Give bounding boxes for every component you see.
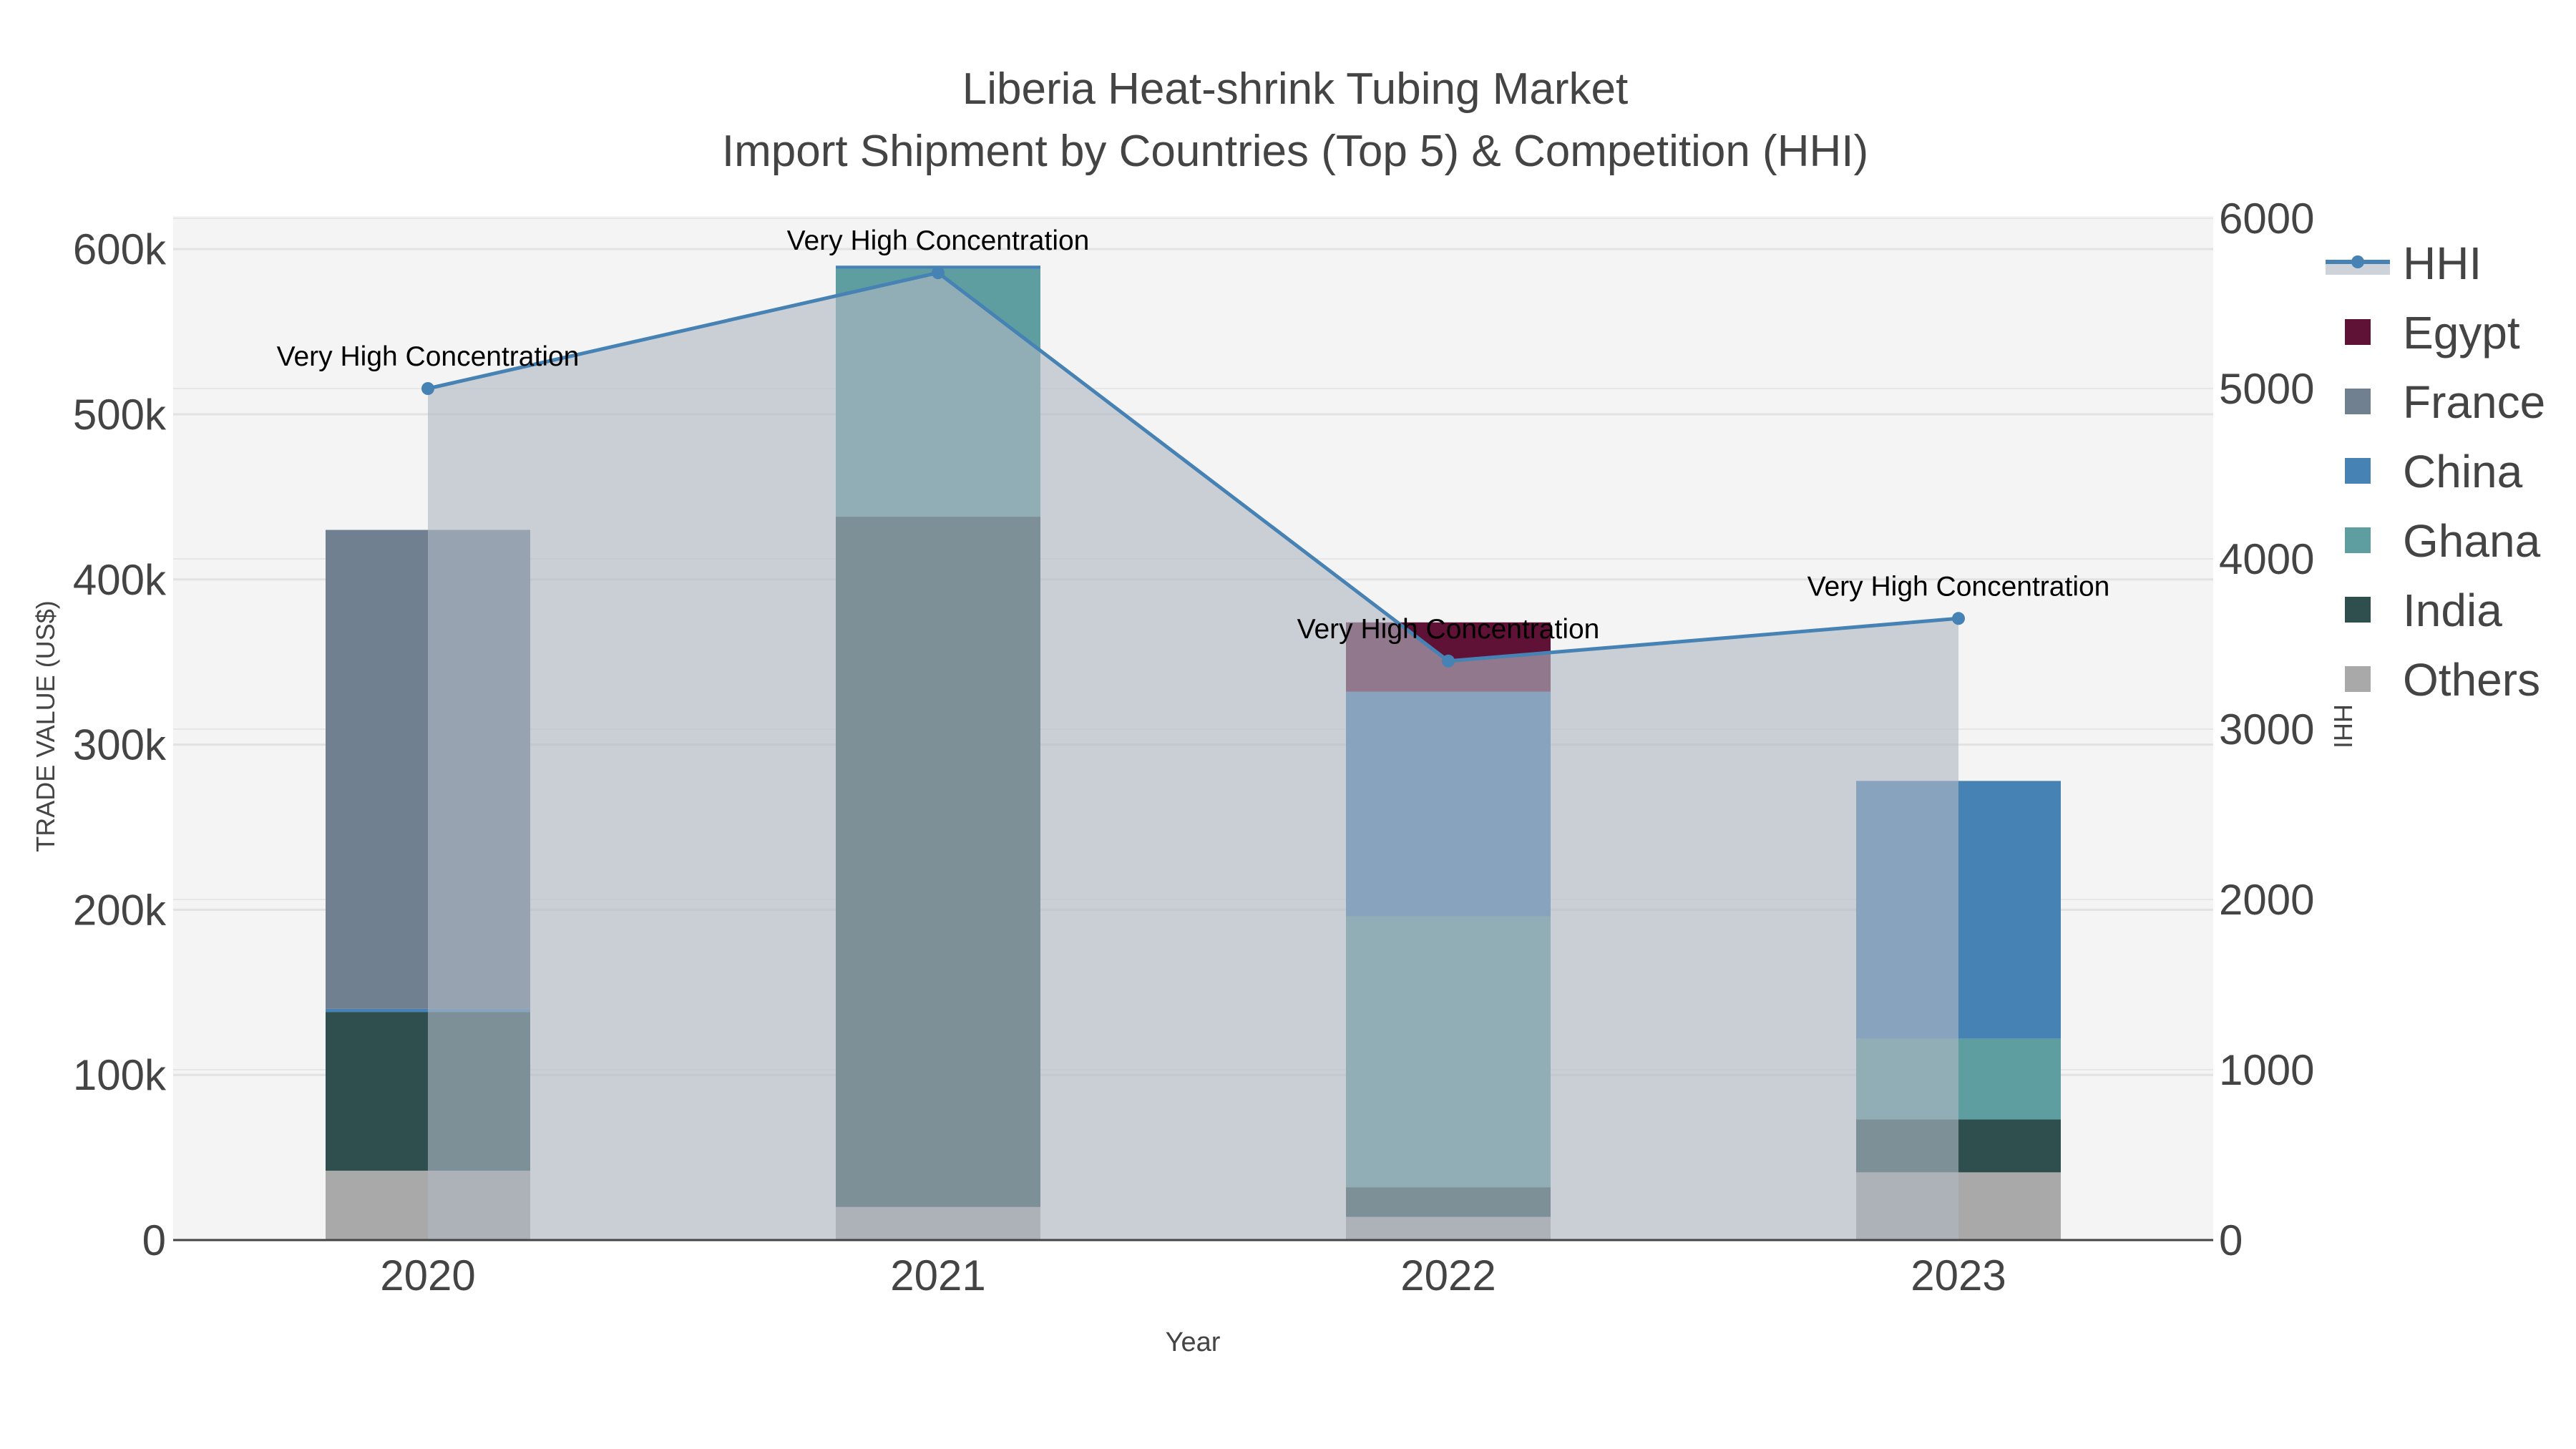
y2-axis-ticks: 0 1000 2000 3000 4000 5000 6000 [2219,195,2314,1264]
legend-swatch-china [2345,458,2371,484]
legend-swatch-others [2345,666,2371,692]
chart-subtitle: Import Shipment by Countries (Top 5) & C… [722,127,1868,176]
y-tick-label: 0 [142,1216,166,1264]
x-axis-title: Year [1166,1327,1221,1357]
chart: Liberia Heat-shrink Tubing Market Import… [31,64,2545,1357]
chart-title: Liberia Heat-shrink Tubing Market [962,64,1628,114]
hhi-annotation: Very High Concentration [277,341,580,372]
y2-tick-label: 1000 [2219,1046,2314,1094]
legend-marker-hhi [2351,255,2364,268]
y-tick-label: 300k [73,721,167,769]
legend-swatch-india [2345,597,2371,623]
legend-swatch-egypt [2345,319,2371,345]
y-tick-label: 600k [73,225,167,273]
y2-axis-title: HHI [2328,704,2358,748]
legend-label-hhi: HHI [2403,238,2482,289]
hhi-annotation: Very High Concentration [1807,571,2110,602]
x-tick-label: 2022 [1400,1252,1496,1299]
y-tick-label: 400k [73,556,167,604]
legend-label-ghana: Ghana [2403,515,2541,567]
legend-label-egypt: Egypt [2403,307,2520,358]
x-tick-label: 2020 [380,1252,475,1299]
x-tick-label: 2021 [890,1252,985,1299]
hhi-point [1442,654,1455,668]
y-axis-title: TRADE VALUE (US$) [31,600,60,852]
hhi-point [421,382,434,395]
hhi-point [1952,612,1965,625]
y2-tick-label: 3000 [2219,706,2314,753]
y-tick-label: 500k [73,391,167,439]
legend-swatch-france [2345,389,2371,414]
hhi-annotation: Very High Concentration [1297,614,1600,645]
y2-tick-label: 2000 [2219,876,2314,924]
legend-label-india: India [2403,585,2502,636]
y2-tick-label: 4000 [2219,535,2314,583]
hhi-point [932,266,945,280]
hhi-annotation: Very High Concentration [787,225,1090,256]
x-tick-label: 2023 [1911,1252,2006,1299]
legend-label-france: France [2403,376,2545,428]
y-tick-label: 200k [73,886,167,934]
x-axis-ticks: 2020 2021 2022 2023 [380,1252,2006,1299]
y-tick-label: 100k [73,1051,167,1099]
legend-label-others: Others [2403,654,2540,706]
legend-label-china: China [2403,446,2523,497]
y2-tick-label: 6000 [2219,195,2314,243]
y-axis-ticks: 0 100k 200k 300k 400k 500k 600k [73,225,167,1264]
y2-tick-label: 0 [2219,1216,2243,1264]
legend: HHI Egypt France China Ghana India Others [2326,238,2545,706]
y2-tick-label: 5000 [2219,365,2314,413]
legend-swatch-ghana [2345,527,2371,553]
